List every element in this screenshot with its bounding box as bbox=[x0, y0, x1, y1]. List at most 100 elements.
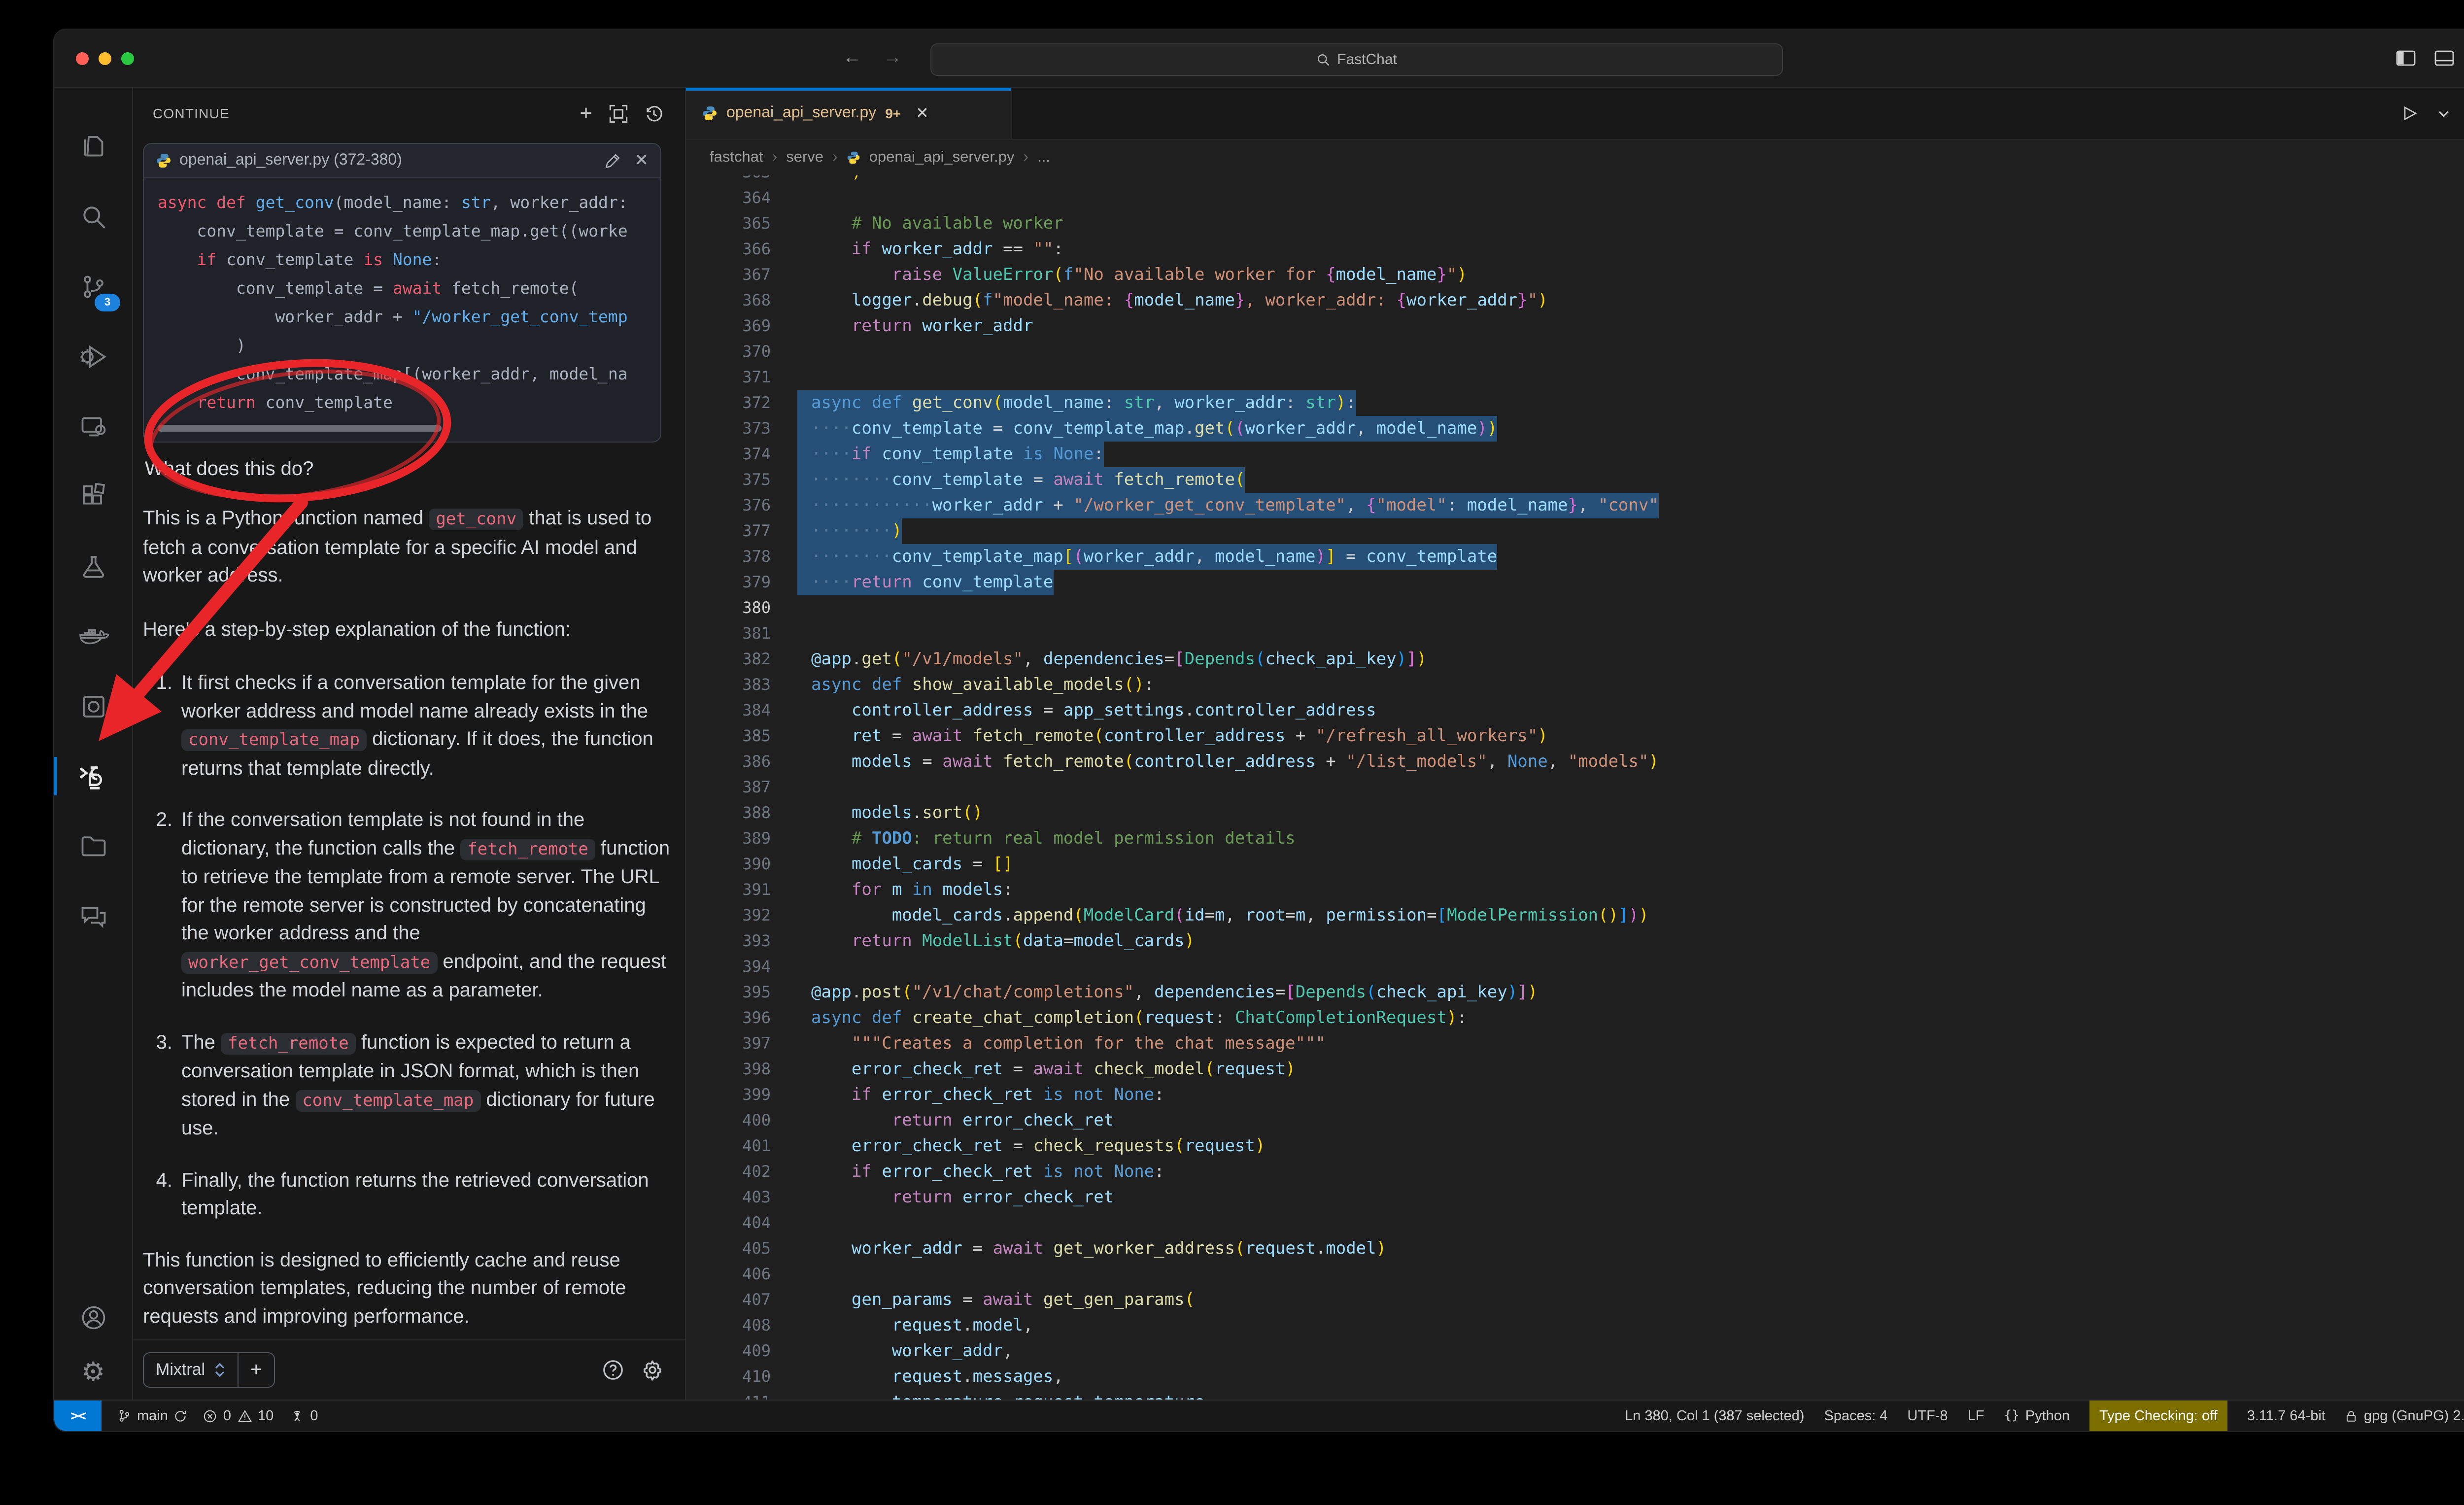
code-line[interactable]: 383async def show_available_models(): bbox=[686, 672, 2464, 698]
code-line[interactable]: 380 bbox=[686, 595, 2464, 621]
code-line[interactable]: 411 temperature=request.temperature, bbox=[686, 1390, 2464, 1400]
gpg-item[interactable]: gpg (GnuPG) 2.2.41 bbox=[2345, 1408, 2464, 1424]
encoding-item[interactable]: UTF-8 bbox=[1907, 1408, 1948, 1424]
code-line[interactable]: 388 models.sort() bbox=[686, 800, 2464, 826]
language-mode-item[interactable]: {} Python bbox=[2004, 1408, 2070, 1424]
snippet-hscrollbar[interactable] bbox=[158, 425, 441, 432]
code-line[interactable]: 392 model_cards.append(ModelCard(id=m, r… bbox=[686, 903, 2464, 928]
tab-openai-api-server[interactable]: openai_api_server.py 9+ ✕ bbox=[686, 88, 1012, 139]
code-line[interactable]: 365 # No available worker bbox=[686, 211, 2464, 237]
breadcrumb-item[interactable]: serve bbox=[786, 149, 823, 167]
navigate-back-icon[interactable]: ← bbox=[843, 47, 861, 69]
breadcrumb-item[interactable]: fastchat bbox=[710, 149, 763, 167]
sidebar-item-notebook[interactable] bbox=[54, 671, 132, 741]
code-line[interactable]: 391 for m in models: bbox=[686, 877, 2464, 903]
sidebar-item-project-folder[interactable] bbox=[54, 811, 132, 881]
code-line[interactable]: 368 logger.debug(f"model_name: {model_na… bbox=[686, 288, 2464, 313]
code-line[interactable]: 376············worker_addr + "/worker_ge… bbox=[686, 493, 2464, 518]
code-line[interactable]: 387 bbox=[686, 775, 2464, 800]
code-line[interactable]: 401 error_check_ret = check_requests(req… bbox=[686, 1133, 2464, 1159]
code-line[interactable]: 371 ⌘ M to select code, ⌘ ⇧ L to edit bbox=[686, 365, 2464, 390]
code-line[interactable]: 375········conv_template = await fetch_r… bbox=[686, 467, 2464, 493]
minimize-window-button[interactable] bbox=[99, 52, 111, 65]
code-line[interactable]: 400 return error_check_ret bbox=[686, 1108, 2464, 1133]
breadcrumb-item[interactable]: openai_api_server.py bbox=[869, 149, 1015, 167]
settings-gear-icon[interactable]: ⚙ bbox=[81, 1359, 105, 1386]
cursor-position-item[interactable]: Ln 380, Col 1 (387 selected) bbox=[1625, 1408, 1804, 1424]
model-selector[interactable]: Mixtral + bbox=[143, 1352, 275, 1388]
sidebar-item-continue[interactable] bbox=[54, 741, 132, 811]
code-line[interactable]: 370 bbox=[686, 339, 2464, 365]
branch-status-item[interactable]: main bbox=[117, 1408, 188, 1424]
help-icon[interactable] bbox=[602, 1359, 624, 1381]
code-line[interactable]: 374····if conv_template is None: bbox=[686, 442, 2464, 467]
close-tab-icon[interactable]: ✕ bbox=[916, 103, 929, 123]
sidebar-item-explorer[interactable] bbox=[54, 111, 132, 181]
code-line[interactable]: 366 if worker_addr == "": bbox=[686, 237, 2464, 262]
code-line[interactable]: 394 bbox=[686, 954, 2464, 980]
edit-pen-icon[interactable] bbox=[604, 152, 621, 169]
code-line[interactable]: 378········conv_template_map[(worker_add… bbox=[686, 544, 2464, 570]
sidebar-item-source-control[interactable]: 3 bbox=[54, 251, 132, 321]
python-interpreter-item[interactable]: 3.11.7 64-bit bbox=[2247, 1408, 2326, 1424]
sidebar-item-remote-explorer[interactable] bbox=[54, 391, 132, 461]
code-line[interactable]: 377········) bbox=[686, 518, 2464, 544]
code-line[interactable]: 382@app.get("/v1/models", dependencies=[… bbox=[686, 647, 2464, 672]
history-icon[interactable] bbox=[645, 104, 663, 123]
code-line[interactable]: 390 model_cards = [] bbox=[686, 852, 2464, 877]
code-line[interactable]: 404 bbox=[686, 1210, 2464, 1236]
code-area[interactable]: 363 )364365 # No available worker366 if … bbox=[686, 175, 2464, 1400]
run-dropdown-chevron-icon[interactable] bbox=[2438, 108, 2449, 119]
fullscreen-icon[interactable] bbox=[609, 104, 628, 123]
code-line[interactable]: 389 # TODO: return real model permission… bbox=[686, 826, 2464, 852]
code-line[interactable]: 396async def create_chat_completion(requ… bbox=[686, 1005, 2464, 1031]
code-line[interactable]: 367 raise ValueError(f"No available work… bbox=[686, 262, 2464, 288]
code-line[interactable]: 385 ret = await fetch_remote(controller_… bbox=[686, 723, 2464, 749]
code-line[interactable]: 364 bbox=[686, 185, 2464, 211]
sidebar-item-docker[interactable] bbox=[54, 601, 132, 671]
indentation-item[interactable]: Spaces: 4 bbox=[1824, 1408, 1887, 1424]
close-snippet-icon[interactable]: ✕ bbox=[635, 151, 649, 171]
code-line[interactable]: 410 request.messages, bbox=[686, 1364, 2464, 1390]
code-line[interactable]: 369 return worker_addr bbox=[686, 313, 2464, 339]
add-model-button[interactable]: + bbox=[238, 1353, 274, 1387]
code-line[interactable]: 379····return conv_template bbox=[686, 570, 2464, 595]
navigate-forward-icon[interactable]: → bbox=[883, 47, 902, 69]
breadcrumb-item[interactable]: ... bbox=[1037, 149, 1050, 167]
code-line[interactable]: 408 request.model, bbox=[686, 1313, 2464, 1338]
code-line[interactable]: 407 gen_params = await get_gen_params( bbox=[686, 1287, 2464, 1313]
type-checking-item[interactable]: Type Checking: off bbox=[2089, 1401, 2227, 1431]
account-icon[interactable] bbox=[79, 1304, 107, 1332]
command-center-search[interactable]: FastChat bbox=[930, 43, 1783, 76]
toggle-panel-icon[interactable] bbox=[2434, 50, 2454, 66]
code-line[interactable]: 402 if error_check_ret is not None: bbox=[686, 1159, 2464, 1185]
code-line[interactable]: 386 models = await fetch_remote(controll… bbox=[686, 749, 2464, 775]
ports-status-item[interactable]: 0 bbox=[289, 1408, 318, 1424]
new-session-icon[interactable]: + bbox=[580, 103, 592, 124]
zoom-window-button[interactable] bbox=[121, 52, 134, 65]
code-line[interactable]: 398 error_check_ret = await check_model(… bbox=[686, 1057, 2464, 1082]
code-line[interactable]: 372async def get_conv(model_name: str, w… bbox=[686, 390, 2464, 416]
code-line[interactable]: 384 controller_address = app_settings.co… bbox=[686, 698, 2464, 723]
code-line[interactable]: 406 bbox=[686, 1262, 2464, 1287]
code-line[interactable]: 395@app.post("/v1/chat/completions", dep… bbox=[686, 980, 2464, 1005]
remote-indicator[interactable]: >< bbox=[54, 1401, 102, 1431]
code-line[interactable]: 393 return ModelList(data=model_cards) bbox=[686, 928, 2464, 954]
toggle-primary-sidebar-icon[interactable] bbox=[2396, 50, 2416, 66]
sidebar-item-search[interactable] bbox=[54, 181, 132, 251]
code-line[interactable]: 403 return error_check_ret bbox=[686, 1185, 2464, 1210]
code-line[interactable]: 373····conv_template = conv_template_map… bbox=[686, 416, 2464, 442]
run-python-file-icon[interactable] bbox=[2402, 105, 2418, 121]
code-line[interactable]: 409 worker_addr, bbox=[686, 1338, 2464, 1364]
editor-lines[interactable]: 363 )364365 # No available worker366 if … bbox=[686, 175, 2464, 1400]
code-line[interactable]: 363 ) bbox=[686, 175, 2464, 185]
code-line[interactable]: 381 bbox=[686, 621, 2464, 647]
code-line[interactable]: 399 if error_check_ret is not None: bbox=[686, 1082, 2464, 1108]
code-line[interactable]: 397 """Creates a completion for the chat… bbox=[686, 1031, 2464, 1057]
problems-status-item[interactable]: 0 10 bbox=[204, 1408, 274, 1424]
sidebar-item-run-debug[interactable] bbox=[54, 321, 132, 391]
code-line[interactable]: 405 worker_addr = await get_worker_addre… bbox=[686, 1236, 2464, 1262]
close-window-button[interactable] bbox=[76, 52, 89, 65]
sidebar-item-testing[interactable] bbox=[54, 531, 132, 601]
sidebar-item-extensions[interactable] bbox=[54, 461, 132, 531]
